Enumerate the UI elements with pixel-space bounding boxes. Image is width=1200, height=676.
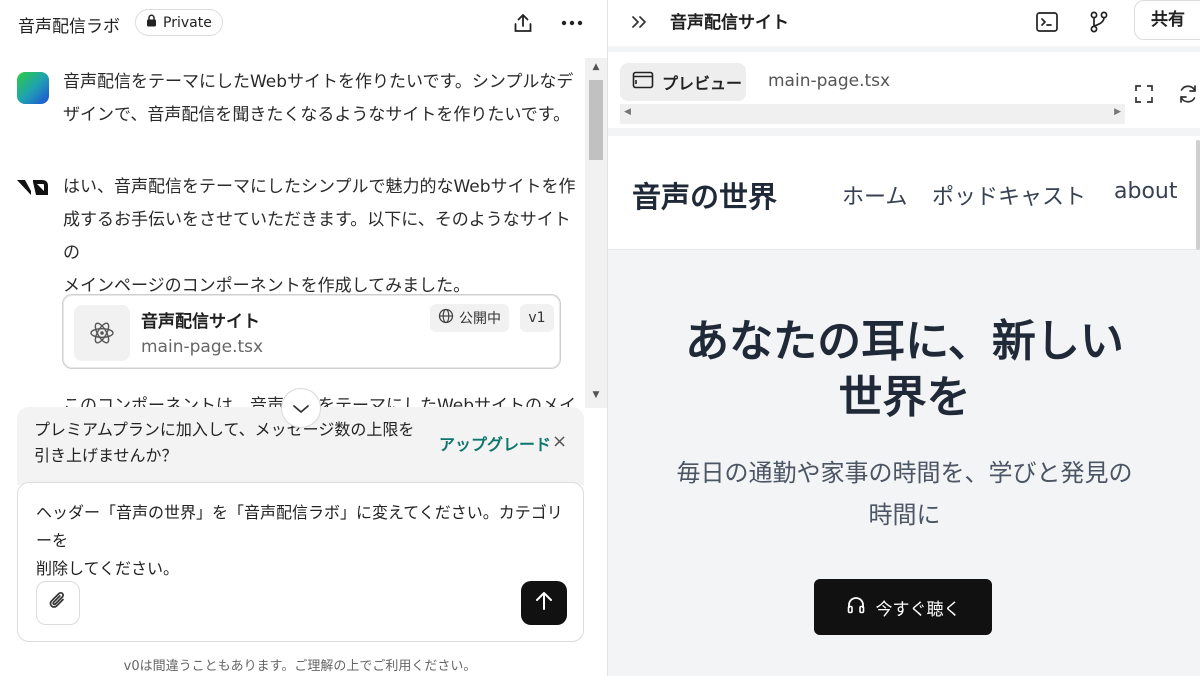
upgrade-link[interactable]: アップグレード	[439, 431, 551, 455]
scroll-right-arrow-icon[interactable]: ▶	[1114, 107, 1121, 117]
nav-podcast[interactable]: ポッドキャスト	[932, 179, 1086, 211]
chat-input-text[interactable]: ヘッダー「音声の世界」を「音声配信ラボ」に変えてください。カテゴリーを 削除して…	[36, 499, 571, 583]
file-card-title: 音声配信サイト	[141, 312, 260, 332]
chat-input[interactable]: ヘッダー「音声の世界」を「音声配信ラボ」に変えてください。カテゴリーを 削除して…	[17, 482, 584, 642]
private-badge[interactable]: Private	[135, 9, 223, 36]
chat-header: 音声配信ラボ Private	[0, 0, 607, 46]
chat-scrollbar-thumb[interactable]	[589, 80, 603, 160]
scroll-down-arrow-icon[interactable]: ▼	[589, 388, 603, 402]
nav-home[interactable]: ホーム	[842, 179, 907, 211]
tabs-scrollbar[interactable]: ◀ ▶	[620, 104, 1125, 124]
share-button[interactable]: 共有	[1134, 0, 1200, 40]
user-avatar	[17, 72, 49, 104]
version-badge: v1	[520, 304, 554, 332]
fullscreen-icon[interactable]	[1130, 80, 1158, 108]
attach-button[interactable]	[36, 581, 80, 625]
file-card[interactable]: 音声配信サイト main-page.tsx 公開中 v1	[62, 294, 561, 369]
preview-tabs: プレビュー main-page.tsx ◀ ▶	[608, 52, 1200, 128]
status-badge: 公開中	[430, 304, 509, 332]
chat-history: 音声配信をテーマにしたWebサイトを作りたいです。シンプルなデ ザインで、音声配…	[0, 58, 585, 408]
scroll-to-bottom-button[interactable]	[281, 388, 321, 428]
hero-subtitle: 毎日の通勤や家事の時間を、学びと発見の 時間に	[676, 459, 1133, 529]
send-button[interactable]	[521, 581, 567, 625]
chevron-down-icon	[292, 399, 310, 418]
arrow-up-icon	[534, 590, 554, 616]
close-icon[interactable]: ×	[552, 431, 567, 452]
project-title[interactable]: 音声配信ラボ	[18, 12, 120, 37]
listen-now-button[interactable]: 今すぐ聴く	[814, 579, 992, 635]
upgrade-message: プレミアムプランに加入して、メッセージ数の上限を 引き上げませんか？	[34, 420, 415, 465]
hero-title: あなたの耳に、新しい 世界を	[685, 316, 1124, 423]
disclaimer: v0は間違うこともあります。ご理解の上でご利用ください。	[123, 659, 477, 674]
tab-code[interactable]: main-page.tsx	[768, 71, 890, 91]
browser-icon	[632, 71, 654, 93]
more-icon[interactable]	[559, 10, 585, 36]
chat-panel: 音声配信ラボ Private 音声配信をテーマにしたWebサイトを作りたいです。…	[0, 0, 607, 676]
preview-header: 音声配信サイト 共有	[608, 0, 1200, 46]
double-chevron-icon[interactable]	[626, 8, 654, 36]
site-preview: 音声の世界 ホーム ポッドキャスト about あなたの耳に、新しい 世界を 毎…	[608, 136, 1200, 676]
v0-logo-icon	[16, 176, 50, 198]
git-branch-icon[interactable]	[1085, 8, 1113, 36]
headphones-icon	[846, 595, 866, 620]
lock-icon	[146, 14, 157, 31]
preview-panel: 音声配信サイト 共有 プレビュー main-page.tsx ◀ ▶ 音声の世界…	[607, 0, 1200, 676]
user-message: 音声配信をテーマにしたWebサイトを作りたいです。シンプルなデ ザインで、音声配…	[63, 72, 574, 125]
assistant-message: はい、音声配信をテーマにしたシンプルで魅力的なWebサイトを作 成するお手伝いを…	[63, 177, 576, 296]
share-upload-icon[interactable]	[510, 10, 536, 36]
tab-preview[interactable]: プレビュー	[620, 63, 746, 101]
preview-scrollbar[interactable]	[1196, 140, 1200, 250]
preview-title: 音声配信サイト	[670, 13, 789, 33]
react-atom-icon	[74, 305, 130, 361]
paperclip-icon	[48, 590, 68, 616]
site-header: 音声の世界 ホーム ポッドキャスト about	[608, 136, 1200, 250]
file-card-filename: main-page.tsx	[141, 337, 264, 357]
scroll-up-arrow-icon[interactable]: ▲	[589, 60, 603, 74]
terminal-icon[interactable]	[1033, 8, 1061, 36]
assistant-message-partial: このコンポーネントは、音声配信をテーマにしたWebサイトのメイン	[63, 390, 585, 408]
private-label: Private	[163, 14, 212, 31]
refresh-icon[interactable]	[1174, 80, 1200, 108]
scroll-left-arrow-icon[interactable]: ◀	[624, 107, 631, 117]
nav-about[interactable]: about	[1114, 179, 1177, 204]
globe-icon	[438, 308, 454, 328]
site-logo[interactable]: 音声の世界	[632, 174, 777, 216]
